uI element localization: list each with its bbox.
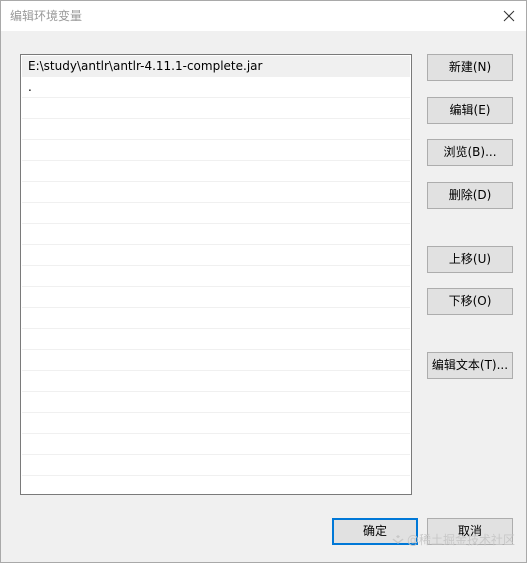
list-item-empty (22, 413, 410, 434)
edit-text-button[interactable]: 编辑文本(T)... (427, 352, 513, 379)
watermark-text: @稀土掘金技术社区 (406, 533, 515, 547)
list-item[interactable]: E:\study\antlr\antlr-4.11.1-complete.jar (22, 56, 410, 77)
new-button[interactable]: 新建(N) (427, 54, 513, 81)
path-list[interactable]: E:\study\antlr\antlr-4.11.1-complete.jar… (20, 54, 412, 495)
juejin-logo-icon (392, 534, 404, 544)
move-down-button[interactable]: 下移(O) (427, 288, 513, 315)
list-item-empty (22, 119, 410, 140)
browse-button[interactable]: 浏览(B)... (427, 139, 513, 166)
list-item-empty (22, 182, 410, 203)
list-item-empty (22, 266, 410, 287)
list-item-empty (22, 350, 410, 371)
list-item[interactable]: . (22, 77, 410, 98)
list-item-empty (22, 245, 410, 266)
list-item-empty (22, 308, 410, 329)
list-item-empty (22, 455, 410, 476)
list-item-empty (22, 329, 410, 350)
list-item-empty (22, 392, 410, 413)
edit-env-variable-dialog: 编辑环境变量 E:\study\antlr\antlr-4.11.1-compl… (0, 0, 527, 563)
title-bar: 编辑环境变量 (1, 1, 526, 31)
list-item-empty (22, 287, 410, 308)
list-item-empty (22, 224, 410, 245)
list-item-empty (22, 98, 410, 119)
list-item-empty (22, 434, 410, 455)
move-up-button[interactable]: 上移(U) (427, 246, 513, 273)
delete-button[interactable]: 删除(D) (427, 182, 513, 209)
window-title: 编辑环境变量 (10, 9, 83, 23)
list-item-empty (22, 203, 410, 224)
edit-button[interactable]: 编辑(E) (427, 97, 513, 124)
close-icon (503, 10, 515, 22)
list-item-empty (22, 371, 410, 392)
watermark: @稀土掘金技术社区 (392, 531, 515, 548)
close-button[interactable] (498, 5, 520, 27)
list-item-empty (22, 140, 410, 161)
list-item-empty (22, 476, 410, 494)
list-item-empty (22, 161, 410, 182)
